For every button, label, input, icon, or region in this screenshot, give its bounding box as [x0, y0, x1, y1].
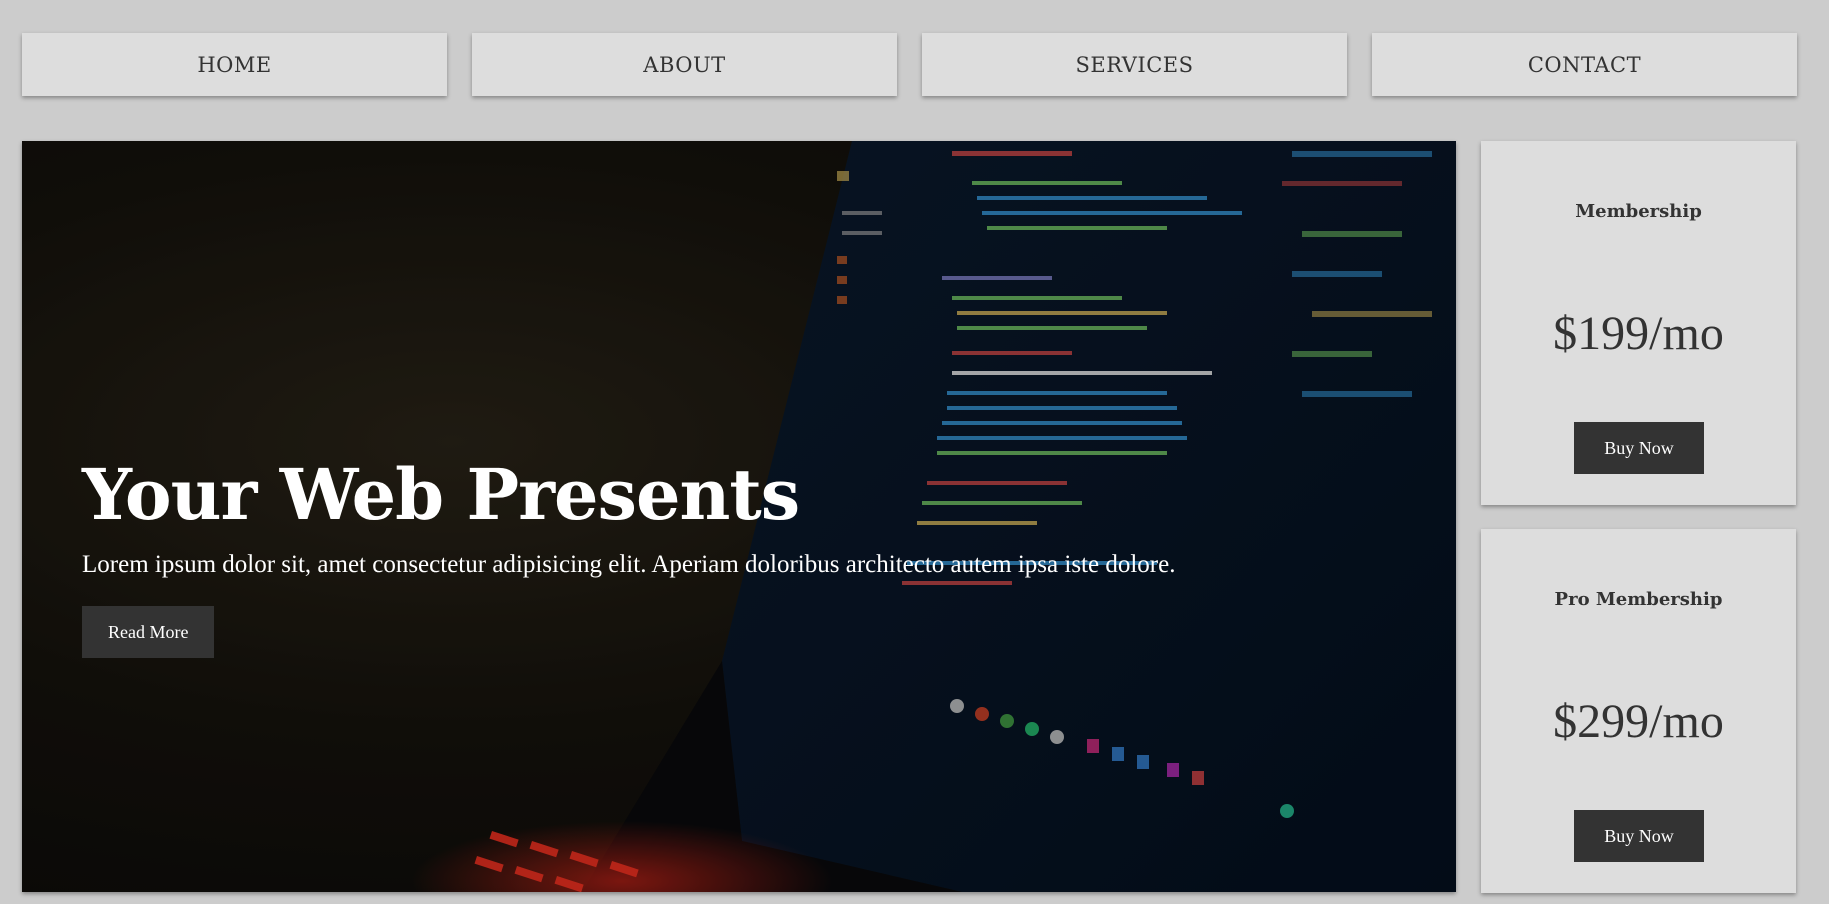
buy-now-button[interactable]: Buy Now	[1574, 422, 1704, 474]
nav-services[interactable]: SERVICES	[922, 33, 1347, 96]
nav-home[interactable]: HOME	[22, 33, 447, 96]
pricing-card-price: $199/mo	[1553, 307, 1724, 360]
hero-text: Lorem ipsum dolor sit, amet consectetur …	[82, 551, 1176, 578]
nav-about[interactable]: ABOUT	[472, 33, 897, 96]
hero-title: Your Web Presents	[82, 453, 800, 536]
pricing-card-price: $299/mo	[1553, 695, 1724, 748]
pricing-card-title: Membership	[1575, 201, 1702, 222]
read-more-button[interactable]: Read More	[82, 606, 215, 658]
hero-content: Your Web Presents Lorem ipsum dolor sit,…	[82, 456, 1422, 658]
buy-now-button[interactable]: Buy Now	[1574, 810, 1704, 862]
pricing-card-pro-membership: Pro Membership $299/mo Buy Now	[1481, 529, 1796, 893]
hero-banner: Your Web Presents Lorem ipsum dolor sit,…	[22, 141, 1456, 892]
pricing-card-membership: Membership $199/mo Buy Now	[1481, 141, 1796, 505]
main-navigation: HOME ABOUT SERVICES CONTACT	[22, 33, 1797, 96]
pricing-card-title: Pro Membership	[1554, 589, 1723, 610]
nav-contact[interactable]: CONTACT	[1372, 33, 1797, 96]
